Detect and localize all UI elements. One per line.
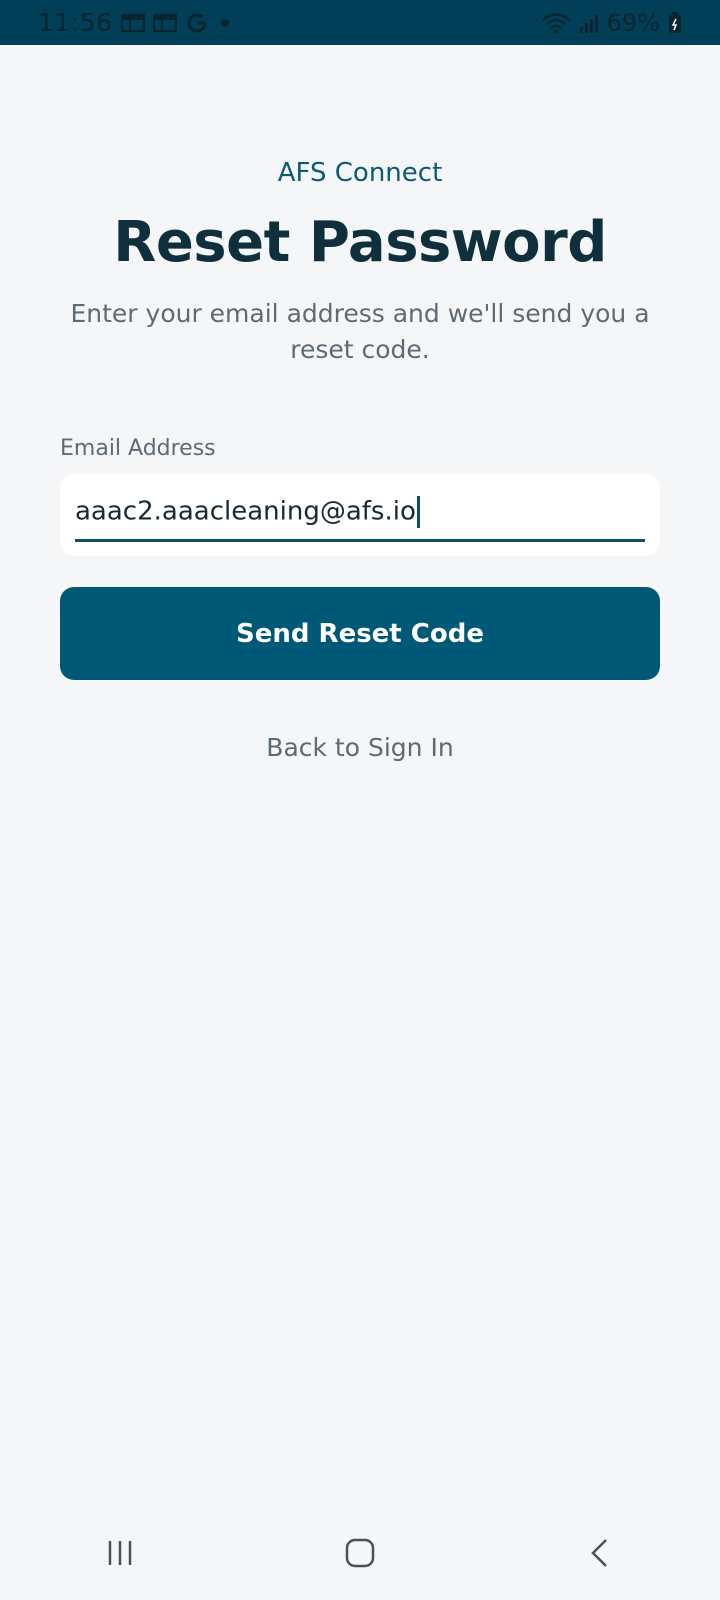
email-input-text[interactable]: aaac2.aaacleaning@afs.io xyxy=(75,496,420,528)
battery-percent: 69% xyxy=(606,8,660,37)
back-button[interactable] xyxy=(555,1525,645,1585)
send-reset-code-button[interactable]: Send Reset Code xyxy=(60,587,660,680)
email-field[interactable]: aaac2.aaacleaning@afs.io xyxy=(60,474,660,556)
dot-icon xyxy=(217,15,233,31)
app-name: AFS Connect xyxy=(277,158,443,188)
system-nav-bar xyxy=(0,1520,720,1590)
status-time: 11:56 xyxy=(38,8,113,37)
recent-apps-button[interactable] xyxy=(75,1525,165,1585)
status-left: 11:56 xyxy=(38,8,233,37)
google-icon xyxy=(185,11,209,35)
back-icon xyxy=(588,1537,612,1573)
status-bar: 11:56 69% xyxy=(0,0,720,45)
back-to-sign-in-link[interactable]: Back to Sign In xyxy=(0,733,720,762)
text-cursor xyxy=(416,496,420,528)
recent-apps-icon xyxy=(105,1538,135,1572)
home-button[interactable] xyxy=(315,1525,405,1585)
calendar-icon xyxy=(152,13,177,33)
email-field-underline xyxy=(75,539,645,542)
page-title: Reset Password xyxy=(113,210,607,275)
calendar-icon xyxy=(120,13,145,33)
page-subtitle: Enter your email address and we'll send … xyxy=(70,299,650,364)
signal-icon xyxy=(579,12,599,34)
battery-icon xyxy=(668,11,682,34)
status-right: 69% xyxy=(541,9,682,37)
email-label: Email Address xyxy=(60,436,216,461)
wifi-icon xyxy=(541,11,571,35)
email-value[interactable]: aaac2.aaacleaning@afs.io xyxy=(75,497,416,527)
home-icon xyxy=(344,1537,376,1573)
